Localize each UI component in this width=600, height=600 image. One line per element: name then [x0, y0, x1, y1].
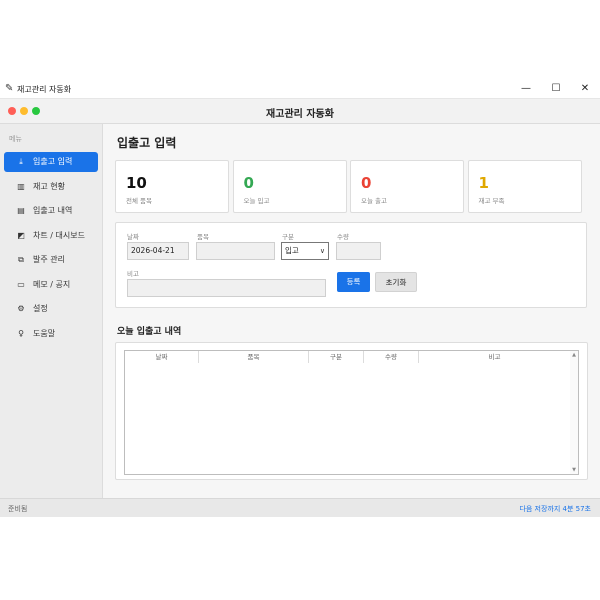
- column-header-item[interactable]: 품목: [199, 351, 309, 363]
- app-header: 재고관리 자동화: [0, 99, 600, 124]
- sidebar-item-label: 차트 / 대시보드: [33, 230, 85, 240]
- status-text: 준비됨: [8, 505, 28, 513]
- sidebar-item-label: 재고 현황: [33, 181, 65, 191]
- column-header-qty[interactable]: 수량: [364, 351, 419, 363]
- entry-form: 날짜 2026-04-21 품목 구분 입고 ∨ 수량 비고 등록 초기화: [115, 222, 587, 308]
- column-header-type[interactable]: 구분: [309, 351, 364, 363]
- note-label: 비고: [127, 270, 139, 278]
- sidebar-item-label: 설정: [33, 304, 48, 313]
- today-section-title: 오늘 입출고 내역: [117, 327, 182, 337]
- sidebar-item-4[interactable]: ◩ 차트 / 대시보드: [4, 226, 98, 246]
- table-scrollbar[interactable]: ▲ ▼: [570, 351, 578, 474]
- sidebar-item-1[interactable]: ⤓ 입출고 입력: [4, 152, 98, 172]
- minimize-button[interactable]: —: [518, 82, 534, 96]
- sidebar-header: 메뉴: [9, 135, 22, 143]
- date-input[interactable]: 2026-04-21: [127, 242, 189, 260]
- page-title: 입출고 입력: [117, 136, 177, 150]
- today-table[interactable]: 날짜 품목 구분 수량 비고 ▲ ▼: [124, 350, 579, 475]
- item-label: 품목: [197, 233, 209, 241]
- stat-value: 1: [478, 174, 489, 192]
- bar-chart-icon: ▥: [17, 181, 25, 191]
- stat-value: 10: [126, 174, 147, 192]
- stat-label: 오늘 출고: [361, 197, 387, 205]
- sidebar-item-8[interactable]: ♀ 도움말: [4, 324, 98, 344]
- trend-chart-icon: ◩: [17, 230, 25, 240]
- sidebar-item-7[interactable]: ⚙ 설정: [4, 299, 98, 319]
- stat-label: 오늘 입고: [243, 197, 270, 205]
- gear-icon: ⚙: [17, 304, 25, 313]
- inbox-download-icon: ⤓: [19, 157, 23, 166]
- status-bar: 준비됨 다음 저장까지 4분 57초: [0, 498, 600, 517]
- chevron-down-icon: ∨: [319, 247, 325, 255]
- clipboard-icon: ▤: [17, 206, 25, 215]
- lightbulb-icon: ♀: [18, 328, 24, 338]
- copy-icon: ⧉: [18, 255, 24, 264]
- today-table-card: 날짜 품목 구분 수량 비고 ▲ ▼: [115, 342, 588, 480]
- window-titlebar: ✎ 재고관리 자동화 — ☐ ✕: [0, 80, 600, 99]
- document-icon: ▭: [17, 279, 25, 289]
- stat-value: 0: [361, 174, 372, 192]
- reset-button[interactable]: 초기화: [375, 272, 417, 292]
- sidebar-item-label: 메모 / 공지: [33, 279, 71, 289]
- sidebar-item-2[interactable]: ▥ 재고 현황: [4, 177, 98, 197]
- autosave-countdown: 다음 저장까지 4분 57초: [519, 505, 591, 513]
- date-label: 날짜: [127, 233, 139, 241]
- sidebar-item-label: 발주 관리: [33, 255, 65, 264]
- type-label: 구분: [282, 233, 294, 241]
- stat-label: 재고 부족: [478, 197, 505, 205]
- sidebar-item-3[interactable]: ▤ 입출고 내역: [4, 201, 98, 221]
- qty-input[interactable]: [336, 242, 381, 260]
- app-title: 재고관리 자동화: [266, 109, 334, 120]
- qty-label: 수량: [337, 233, 349, 241]
- scroll-up-icon[interactable]: ▲: [570, 352, 578, 358]
- type-select-value: 입고: [285, 246, 299, 255]
- sidebar: 메뉴 ⤓ 입출고 입력 ▥ 재고 현황 ▤ 입출고 내역 ◩ 차트 / 대시보드 ⧉ 발주 관리 ▭…: [0, 124, 103, 498]
- low-stock-card: 1 재고 부족: [467, 160, 582, 213]
- today-in-card: 0 오늘 입고: [232, 160, 347, 213]
- app-window: ✎ 재고관리 자동화 — ☐ ✕ 재고관리 자동화 메뉴 ⤓ 입출고 입력 ▥ 재고 …: [0, 80, 600, 517]
- sidebar-item-label: 입출고 내역: [33, 206, 73, 215]
- maximize-button[interactable]: ☐: [548, 82, 564, 96]
- item-input[interactable]: [196, 242, 275, 260]
- column-header-date[interactable]: 날짜: [125, 351, 199, 363]
- today-out-card: 0 오늘 출고: [350, 160, 464, 213]
- total-items-card: 10 전체 품목: [115, 160, 229, 213]
- window-title: 재고관리 자동화: [17, 85, 72, 94]
- stat-value: 0: [243, 174, 254, 192]
- sidebar-item-6[interactable]: ▭ 메모 / 공지: [4, 275, 98, 295]
- close-button[interactable]: ✕: [577, 82, 593, 96]
- scroll-down-icon[interactable]: ▼: [570, 467, 578, 473]
- type-select[interactable]: 입고 ∨: [281, 242, 329, 260]
- register-button[interactable]: 등록: [337, 272, 370, 292]
- main-panel: 입출고 입력 10 전체 품목 0 오늘 입고 0 오늘 출고 1 재고 부족 날짜 2026…: [103, 124, 600, 498]
- column-header-note[interactable]: 비고: [419, 351, 570, 363]
- sidebar-item-label: 도움말: [33, 328, 56, 338]
- sidebar-item-5[interactable]: ⧉ 발주 관리: [4, 250, 98, 270]
- feather-app-icon: ✎: [5, 83, 14, 94]
- stat-label: 전체 품목: [126, 197, 152, 205]
- sidebar-item-label: 입출고 입력: [33, 157, 73, 166]
- note-input[interactable]: [127, 279, 326, 297]
